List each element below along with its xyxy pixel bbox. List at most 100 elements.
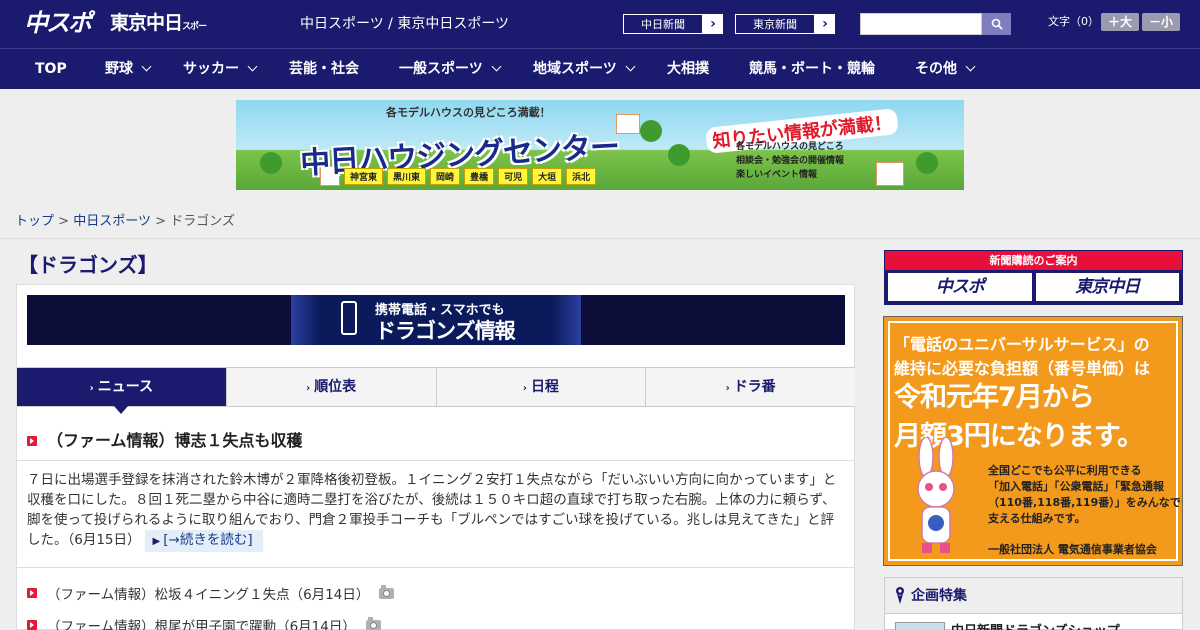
lead-article-title[interactable]: （ファーム情報）博志１失点も収穫 xyxy=(47,427,303,451)
ad-body-line: 「加入電話」「公衆電話」「緊急通報 xyxy=(988,480,1164,493)
ad-point: 各モデルハウスの見どころ xyxy=(736,142,844,152)
play-icon: ▶ xyxy=(152,536,161,547)
lead-article-body: ７日に出場選手登録を抹消された鈴木博が２軍降格後初登板。１イニング２安打１失点な… xyxy=(27,470,845,552)
features-heading: 企画特集 xyxy=(885,578,1182,614)
chunichi-shimbun-link[interactable]: 中日新聞 › xyxy=(622,13,724,35)
subscription-logos: 中スポ 東京中日 xyxy=(885,270,1182,304)
features-box: 企画特集 中日新聞ドラゴンズショップ xyxy=(884,577,1183,630)
mobile-banner-line2: ドラゴンズ情報 xyxy=(375,319,516,343)
mobile-banner-inner: 携帯電話・スマホでも ドラゴンズ情報 xyxy=(291,295,581,345)
nav-item-baseball[interactable]: 野球 xyxy=(105,49,152,90)
chevron-down-icon xyxy=(247,61,258,72)
breadcrumb-home[interactable]: トップ xyxy=(15,214,54,229)
nav-item-other[interactable]: その他 xyxy=(915,49,976,90)
list-item[interactable]: （ファーム情報）松坂４イニング１失点（6月14日） xyxy=(47,583,395,603)
news-title: （ファーム情報）松坂４イニング１失点（6月14日） xyxy=(47,587,370,603)
ad-points: 各モデルハウスの見どころ 相談会・勉強会の開催情報 楽しいイベント情報 xyxy=(736,140,844,182)
chevron-right-icon: › xyxy=(710,16,716,32)
divider xyxy=(0,238,1200,239)
housing-center-ad[interactable]: 各モデルハウスの見どころ満載！ 中日ハウジングセンター 知りたい情報が満載！ 各… xyxy=(236,100,964,190)
tokyo-shimbun-link[interactable]: 東京新聞 › xyxy=(734,13,836,35)
list-item[interactable]: （ファーム情報）根尾が甲子園で躍動（6月14日） xyxy=(47,615,381,630)
subscribe-chuspo-button[interactable]: 中スポ xyxy=(888,273,1032,301)
breadcrumb-separator: > xyxy=(58,214,70,229)
nav-label: 野球 xyxy=(105,61,133,77)
ad-city: 黒川東 xyxy=(387,168,427,185)
tree-decoration xyxy=(916,152,938,174)
subscribe-tokyo-chunichi-button[interactable]: 東京中日 xyxy=(1035,273,1179,301)
nav-item-top[interactable]: TOP xyxy=(35,49,67,90)
chevron-down-icon xyxy=(965,61,976,72)
bullet-icon xyxy=(27,588,37,598)
page-title: 【ドラゴンズ】 xyxy=(18,253,158,277)
tree-decoration xyxy=(640,120,662,142)
font-decrease-button[interactable]: －小 xyxy=(1142,13,1180,31)
chuspo-logo[interactable]: 中スポ xyxy=(24,8,100,38)
feature-item[interactable]: 中日新聞ドラゴンズショップ xyxy=(951,620,1120,630)
chevron-right-icon: › xyxy=(725,383,730,394)
ad-line2a: 令和元年7月から xyxy=(894,382,1095,413)
tree-decoration xyxy=(668,144,690,166)
subscription-box: 新聞購読のご案内 中スポ 東京中日 xyxy=(884,250,1183,305)
camera-icon xyxy=(379,585,395,599)
chevron-right-icon: › xyxy=(522,383,527,394)
tab-label: ドラ番 xyxy=(733,379,776,395)
tab-standings[interactable]: › 順位表 xyxy=(227,368,437,406)
nav-item-soccer[interactable]: サッカー xyxy=(183,49,258,90)
nav-label: 大相撲 xyxy=(667,61,709,77)
search-icon xyxy=(991,18,1003,30)
nav-item-general-sports[interactable]: 一般スポーツ xyxy=(399,49,502,90)
features-heading-label: 企画特集 xyxy=(911,588,967,604)
breadcrumb-current: ドラゴンズ xyxy=(170,214,235,229)
chevron-right-icon: › xyxy=(89,383,94,394)
nav-item-entertainment[interactable]: 芸能・社会 xyxy=(289,49,359,90)
nav-item-sumo[interactable]: 大相撲 xyxy=(667,49,709,90)
breadcrumb-separator: > xyxy=(155,214,166,229)
ad-body-line: 支える仕組みです。 xyxy=(988,512,1086,525)
tab-dorabang[interactable]: › ドラ番 xyxy=(646,368,855,406)
ad-city: 岡崎 xyxy=(430,168,461,185)
ad-city: 浜北 xyxy=(566,168,597,185)
tab-label: 順位表 xyxy=(314,379,357,395)
bullet-icon xyxy=(27,620,37,630)
nav-label: その他 xyxy=(915,61,957,77)
ad-cities: 神宮東 黒川東 岡崎 豊橋 可児 大垣 浜北 xyxy=(344,168,597,185)
ad-body-line: （110番,118番,119番）」をみんなで xyxy=(988,496,1181,509)
house-decoration xyxy=(616,114,640,134)
top-header: 中スポ 東京中日スポーツ 中日スポーツ / 東京中日スポーツ 中日新聞 › 東京… xyxy=(0,0,1200,62)
bunny-mascot-icon xyxy=(917,437,955,553)
ad-city: 大垣 xyxy=(532,168,563,185)
search-input[interactable] xyxy=(860,13,982,35)
search-button[interactable] xyxy=(982,13,1011,35)
news-title: （ファーム情報）根尾が甲子園で躍動（6月14日） xyxy=(47,619,356,630)
tab-schedule[interactable]: › 日程 xyxy=(437,368,647,406)
divider xyxy=(17,460,855,461)
universal-service-ad[interactable]: 「電話のユニバーサルサービス」の 維持に必要な負担額（番号単価）は 令和元年7月か… xyxy=(883,316,1183,566)
tokyo-shimbun-label: 東京新聞 xyxy=(735,14,815,34)
nav-label: 芸能・社会 xyxy=(289,61,359,77)
chevron-down-icon xyxy=(625,61,636,72)
ad-city: 神宮東 xyxy=(344,168,384,185)
subscription-heading: 新聞購読のご案内 xyxy=(885,251,1182,270)
ad-top-text: 各モデルハウスの見どころ満載！ xyxy=(386,106,551,119)
feature-thumbnail[interactable] xyxy=(895,622,945,630)
breadcrumb: トップ > 中日スポーツ > ドラゴンズ xyxy=(15,210,235,229)
nav-label: 競馬・ボート・競輪 xyxy=(749,61,875,77)
tab-news[interactable]: › ニュース xyxy=(17,368,227,414)
read-more-label: [→続きを読む] xyxy=(163,532,253,548)
nav-item-racing[interactable]: 競馬・ボート・競輪 xyxy=(749,49,875,90)
ribbon-icon xyxy=(896,587,904,604)
tokyo-chunichi-logo[interactable]: 東京中日スポーツ xyxy=(110,10,210,62)
nav-label: TOP xyxy=(35,61,67,77)
nav-label: 地域スポーツ xyxy=(533,61,617,77)
ad-point: 相談会・勉強会の開催情報 xyxy=(736,156,845,166)
read-more-link[interactable]: ▶ [→続きを読む] xyxy=(144,530,263,552)
camera-icon xyxy=(365,617,381,630)
nav-item-local-sports[interactable]: 地域スポーツ xyxy=(533,49,636,90)
font-increase-button[interactable]: ＋大 xyxy=(1101,13,1139,31)
breadcrumb-section[interactable]: 中日スポーツ xyxy=(73,214,151,229)
chunichi-shimbun-label: 中日新聞 xyxy=(623,14,703,34)
mobile-dragons-banner[interactable]: 携帯電話・スマホでも ドラゴンズ情報 xyxy=(27,295,845,345)
chevron-right-icon: › xyxy=(306,383,311,394)
tokyo-chunichi-logo-text: 東京中日 xyxy=(110,12,183,34)
